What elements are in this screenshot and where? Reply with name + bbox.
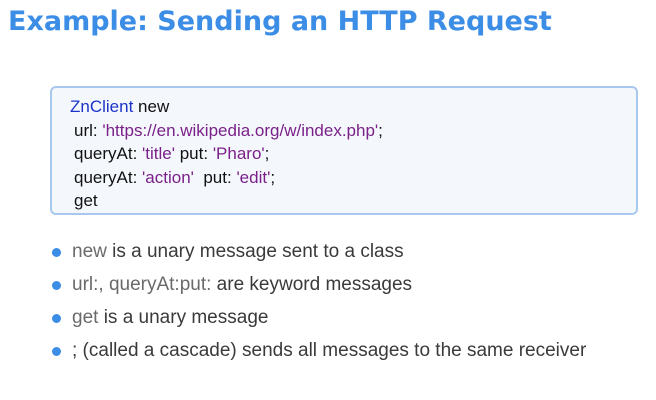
code-block: ZnClient new url: 'https://en.wikipedia.… xyxy=(50,86,638,215)
bullet-item: get is a unary message xyxy=(52,306,632,330)
bullet-dot-icon xyxy=(52,347,61,356)
cascade-separator: ; xyxy=(270,167,276,187)
bullet-text: ; (called a cascade) sends all messages … xyxy=(72,340,587,361)
keyword: put: xyxy=(175,144,213,163)
string-literal: 'title' xyxy=(142,144,175,163)
code-line-2: url: 'https://en.wikipedia.org/w/index.p… xyxy=(70,119,636,143)
bullet-text: is a unary message xyxy=(98,307,269,328)
bullet-dot-icon xyxy=(52,314,61,323)
class-name: ZnClient xyxy=(70,97,134,116)
string-literal: 'edit' xyxy=(236,167,271,187)
bullet-dot-icon xyxy=(52,281,61,290)
code-line-1: ZnClient new xyxy=(70,95,636,119)
code-line-4: queryAt: 'action' put: 'edit'; xyxy=(70,166,636,190)
code-line-5: get xyxy=(70,189,636,213)
string-literal: 'action' xyxy=(142,167,194,187)
bullet-list: new is a unary message sent to a class u… xyxy=(52,240,632,372)
keyword: queryAt: xyxy=(74,167,143,187)
unary-message: get xyxy=(74,191,98,210)
bullet-text: is a unary message sent to a class xyxy=(106,241,404,262)
slide-title: Example: Sending an HTTP Request xyxy=(8,6,552,37)
code-term: get xyxy=(72,307,99,328)
code-line-3: queryAt: 'title' put: 'Pharo'; xyxy=(70,142,636,166)
cascade-separator: ; xyxy=(264,144,270,163)
keyword: url: xyxy=(74,120,103,140)
bullet-dot-icon xyxy=(52,248,61,257)
unary-message: new xyxy=(133,97,170,116)
bullet-item: ; (called a cascade) sends all messages … xyxy=(52,339,632,363)
bullet-item: new is a unary message sent to a class xyxy=(52,240,632,264)
code-term: new xyxy=(72,241,107,262)
code-term: url:, queryAt:put: xyxy=(72,274,212,295)
string-literal: 'https://en.wikipedia.org/w/index.php' xyxy=(102,120,379,140)
bullet-item: url:, queryAt:put: are keyword messages xyxy=(52,273,632,297)
keyword: queryAt: xyxy=(74,144,143,163)
string-literal: 'Pharo' xyxy=(212,144,265,163)
cascade-separator: ; xyxy=(378,120,383,140)
keyword: put: xyxy=(193,167,237,187)
bullet-text: are keyword messages xyxy=(211,274,413,295)
